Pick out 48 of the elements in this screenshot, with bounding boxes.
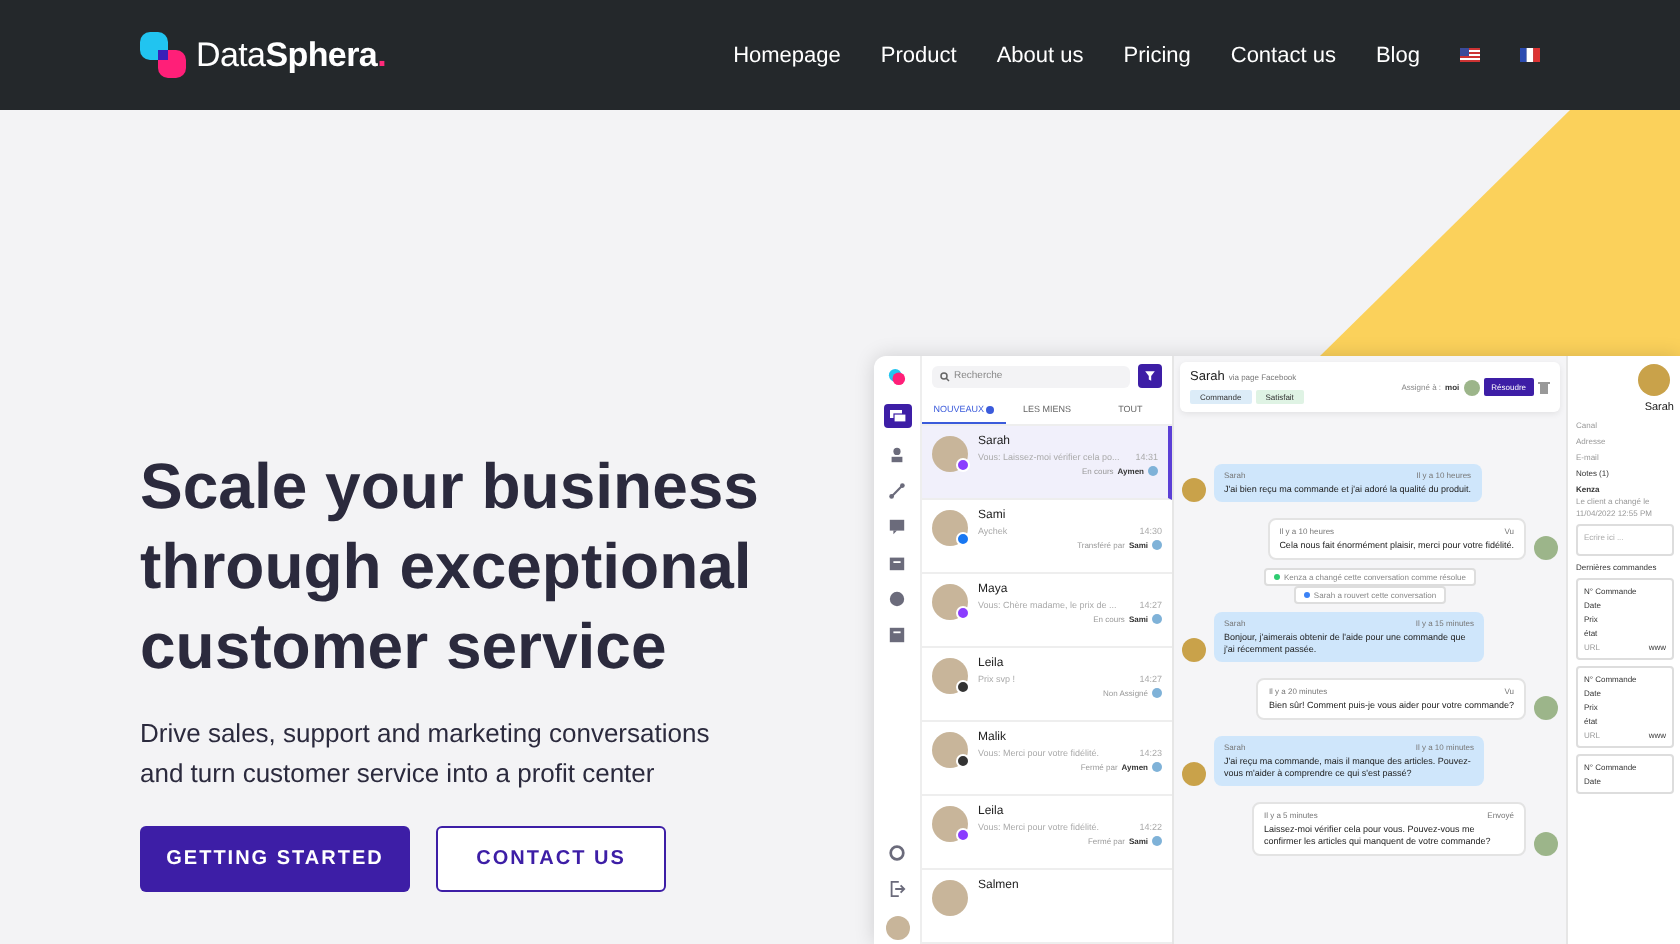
- contact-button[interactable]: CONTACT US: [436, 826, 666, 892]
- agent-avatar: [1152, 836, 1162, 846]
- channel-badge-icon: [956, 680, 970, 694]
- avatar: [1182, 762, 1206, 786]
- logo-icon[interactable]: [140, 31, 188, 79]
- channel-badge-icon: [956, 606, 970, 620]
- logout-icon[interactable]: [888, 880, 906, 898]
- agent-avatar: [1152, 614, 1162, 624]
- nav-link[interactable]: Homepage: [733, 43, 841, 67]
- hero-heading: Scale your business through exceptional customer service: [140, 448, 761, 686]
- nav-link[interactable]: Product: [880, 43, 957, 67]
- chat-icon[interactable]: [883, 404, 911, 428]
- agent-avatar: [1463, 379, 1480, 395]
- archive-icon[interactable]: [888, 554, 906, 572]
- agent-avatar: [1148, 466, 1158, 476]
- avatar: [1638, 364, 1670, 396]
- avatar: [1182, 478, 1206, 502]
- flow-icon[interactable]: [888, 482, 906, 500]
- flag-icon[interactable]: [1520, 48, 1540, 62]
- nav-link[interactable]: About us: [996, 43, 1084, 67]
- nav-link[interactable]: Blog: [1375, 43, 1420, 67]
- trash-icon[interactable]: [1538, 380, 1550, 394]
- agent-avatar: [1152, 762, 1162, 772]
- nav-link[interactable]: Pricing: [1123, 43, 1191, 67]
- channel-badge-icon: [956, 458, 970, 472]
- settings-icon[interactable]: [888, 844, 906, 862]
- get-started-button[interactable]: GETTING STARTED: [140, 826, 410, 892]
- avatar: [1182, 638, 1206, 662]
- flag-icon[interactable]: [1460, 48, 1480, 62]
- hero-subtitle: Drive sales, support and marketing conversations and turn customer service into a profit center: [140, 716, 712, 792]
- filter-icon: [1144, 370, 1156, 382]
- message-icon[interactable]: [888, 518, 906, 536]
- agent-avatar: [1152, 688, 1162, 698]
- channel-badge-icon: [956, 532, 970, 546]
- agent-avatar: [1152, 540, 1162, 550]
- channel-badge-icon: [956, 828, 970, 842]
- search-icon: [940, 371, 950, 381]
- nav-link[interactable]: Contact us: [1230, 43, 1336, 67]
- filter-button[interactable]: [1138, 364, 1162, 388]
- avatar: [1534, 536, 1558, 560]
- avatar: [932, 880, 968, 916]
- avatar: [1534, 832, 1558, 856]
- avatar: [1534, 696, 1558, 720]
- report-icon[interactable]: [888, 626, 906, 644]
- logo-text[interactable]: DataSphera.: [196, 35, 386, 75]
- logo-icon[interactable]: [888, 368, 906, 386]
- contacts-icon[interactable]: [888, 446, 906, 464]
- channel-badge-icon: [956, 754, 970, 768]
